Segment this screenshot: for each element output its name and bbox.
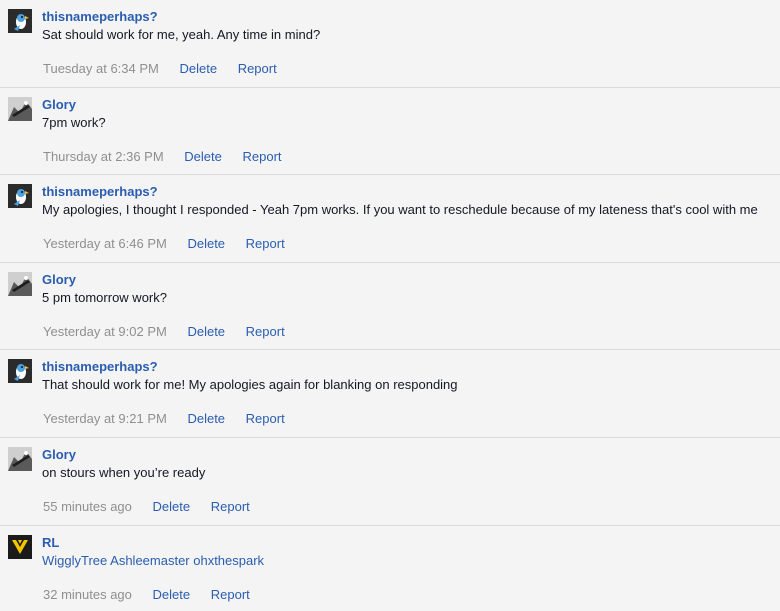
- message-meta: Thursday at 2:36 PM Delete Report: [43, 149, 299, 164]
- team-instinct-avatar-icon[interactable]: [8, 534, 32, 559]
- message-author[interactable]: thisnameperhaps?: [42, 359, 158, 374]
- message-timestamp: Yesterday at 6:46 PM: [43, 236, 167, 252]
- delete-link[interactable]: Delete: [153, 499, 191, 514]
- message-thread: thisnameperhaps? Sat should work for me,…: [0, 0, 780, 611]
- message-item: Glory 5 pm tomorrow work? Yesterday at 9…: [0, 262, 780, 351]
- message-text: That should work for me! My apologies ag…: [42, 377, 458, 393]
- ship-avatar-icon[interactable]: [8, 446, 32, 471]
- delete-link[interactable]: Delete: [153, 587, 191, 602]
- message-author[interactable]: thisnameperhaps?: [42, 184, 158, 199]
- penguin-avatar-icon[interactable]: [8, 9, 32, 33]
- message-mentions[interactable]: WigglyTree Ashleemaster ohxthespark: [42, 553, 264, 568]
- report-link[interactable]: Report: [243, 149, 282, 164]
- message-item: Glory on stours when you’re ready 55 min…: [0, 437, 780, 526]
- message-meta: Yesterday at 6:46 PM Delete Report: [43, 236, 302, 251]
- message-item: RL WigglyTree Ashleemaster ohxthespark 3…: [0, 525, 780, 611]
- message-item: thisnameperhaps? That should work for me…: [0, 350, 780, 438]
- report-link[interactable]: Report: [246, 411, 285, 426]
- ship-avatar-icon[interactable]: [8, 96, 32, 121]
- message-item: thisnameperhaps? Sat should work for me,…: [0, 0, 780, 88]
- message-author[interactable]: RL: [42, 535, 59, 550]
- message-timestamp: 32 minutes ago: [43, 586, 132, 602]
- penguin-avatar-icon[interactable]: [8, 359, 32, 384]
- delete-link[interactable]: Delete: [184, 149, 222, 164]
- message-author[interactable]: Glory: [42, 272, 76, 287]
- delete-link[interactable]: Delete: [187, 411, 225, 426]
- message-meta: 55 minutes ago Delete Report: [43, 499, 267, 514]
- message-text: My apologies, I thought I responded - Ye…: [42, 202, 758, 218]
- delete-link[interactable]: Delete: [187, 236, 225, 251]
- message-timestamp: Thursday at 2:36 PM: [43, 148, 164, 164]
- message-author[interactable]: Glory: [42, 447, 76, 462]
- message-timestamp: Yesterday at 9:02 PM: [43, 323, 167, 339]
- message-timestamp: Yesterday at 9:21 PM: [43, 411, 167, 427]
- message-meta: Tuesday at 6:34 PM Delete Report: [43, 61, 294, 76]
- penguin-avatar-icon[interactable]: [8, 184, 32, 209]
- message-text: on stours when you’re ready: [42, 464, 206, 480]
- delete-link[interactable]: Delete: [187, 324, 225, 339]
- message-author[interactable]: thisnameperhaps?: [42, 9, 158, 24]
- message-item: thisnameperhaps? My apologies, I thought…: [0, 175, 780, 263]
- ship-avatar-icon[interactable]: [8, 271, 32, 296]
- delete-link[interactable]: Delete: [179, 61, 217, 76]
- message-timestamp: 55 minutes ago: [43, 498, 132, 514]
- report-link[interactable]: Report: [211, 587, 250, 602]
- message-text: Sat should work for me, yeah. Any time i…: [42, 27, 321, 42]
- message-item: Glory 7pm work? Thursday at 2:36 PM Dele…: [0, 87, 780, 176]
- message-author[interactable]: Glory: [42, 97, 76, 112]
- message-timestamp: Tuesday at 6:34 PM: [43, 61, 159, 76]
- message-meta: Yesterday at 9:21 PM Delete Report: [43, 411, 302, 426]
- report-link[interactable]: Report: [246, 236, 285, 251]
- report-link[interactable]: Report: [246, 324, 285, 339]
- message-meta: Yesterday at 9:02 PM Delete Report: [43, 324, 302, 339]
- report-link[interactable]: Report: [211, 499, 250, 514]
- message-text: 5 pm tomorrow work?: [42, 289, 167, 305]
- report-link[interactable]: Report: [238, 61, 277, 76]
- message-text: 7pm work?: [42, 114, 106, 130]
- message-meta: 32 minutes ago Delete Report: [43, 587, 267, 602]
